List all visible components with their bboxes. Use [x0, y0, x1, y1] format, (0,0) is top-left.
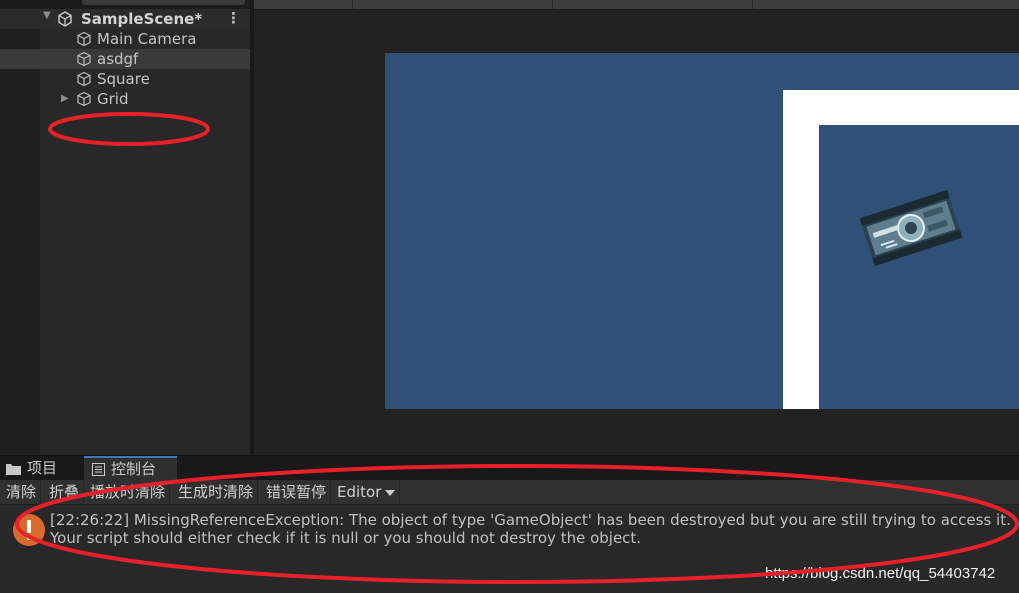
game-view-toolbar — [254, 0, 1019, 10]
console-toolbar: 清除 折叠 播放时清除 生成时清除 错误暂停 Editor — [0, 480, 1019, 505]
hierarchy-toolbar — [0, 0, 250, 9]
hierarchy-item[interactable]: ▶ Grid — [0, 89, 250, 109]
bottom-tab-bar: 项目 控制台 — [0, 455, 1019, 481]
collapsed-arrow-icon[interactable]: ▶ — [61, 89, 69, 109]
console-message-line1: [22:26:22] MissingReferenceException: Th… — [50, 511, 1011, 529]
editor-dropdown-label: Editor — [337, 483, 382, 501]
game-view-panel — [254, 0, 1019, 455]
clear-button[interactable]: 清除 — [2, 481, 42, 503]
hierarchy-search-field[interactable] — [82, 0, 245, 5]
console-message[interactable]: [22:26:22] MissingReferenceException: Th… — [50, 511, 1011, 547]
hierarchy-item[interactable]: Square — [0, 69, 250, 89]
game-viewport[interactable] — [385, 53, 1019, 409]
white-wall-horizontal — [783, 90, 1019, 125]
gameobject-cube-icon — [77, 51, 91, 67]
gameobject-cube-icon — [77, 91, 91, 107]
folder-icon — [6, 463, 21, 475]
hierarchy-item[interactable]: asdgf — [0, 49, 250, 69]
clear-on-play-button[interactable]: 播放时清除 — [86, 481, 171, 503]
hierarchy-item-label: Square — [97, 70, 150, 88]
scene-name: SampleScene* — [81, 10, 203, 28]
editor-dropdown[interactable]: Editor — [333, 481, 401, 503]
hierarchy-item[interactable]: Main Camera — [0, 29, 250, 49]
tab-console[interactable]: 控制台 — [84, 456, 177, 481]
tab-label: 项目 — [27, 459, 58, 477]
tank-sprite — [859, 190, 963, 266]
tab-project[interactable]: 项目 — [6, 456, 82, 481]
dropdown-arrow-icon — [385, 489, 396, 496]
clear-on-build-button[interactable]: 生成时清除 — [174, 481, 259, 503]
watermark: https://blog.csdn.net/qq_54403742 — [765, 565, 996, 582]
gameobject-cube-icon — [77, 71, 91, 87]
unity-scene-icon — [58, 11, 72, 27]
gameobject-cube-icon — [77, 31, 91, 47]
console-icon — [92, 463, 105, 476]
warning-icon — [13, 514, 45, 546]
scene-row[interactable]: ▼ SampleScene* ⋮ — [0, 9, 250, 29]
scene-menu-icon[interactable]: ⋮ — [226, 9, 241, 27]
console-message-line2: Your script should either check if it is… — [50, 529, 642, 547]
expand-arrow-icon[interactable]: ▼ — [43, 10, 51, 21]
tab-label: 控制台 — [111, 460, 157, 478]
hierarchy-panel: ▼ SampleScene* ⋮ Main Camera asdgf Squar… — [0, 0, 250, 455]
hierarchy-item-label: Main Camera — [97, 30, 197, 48]
hierarchy-item-label: asdgf — [97, 50, 139, 68]
collapse-button[interactable]: 折叠 — [45, 481, 85, 503]
error-pause-button[interactable]: 错误暂停 — [262, 481, 332, 503]
hierarchy-item-label: Grid — [97, 90, 129, 108]
white-wall-vertical — [783, 90, 819, 409]
